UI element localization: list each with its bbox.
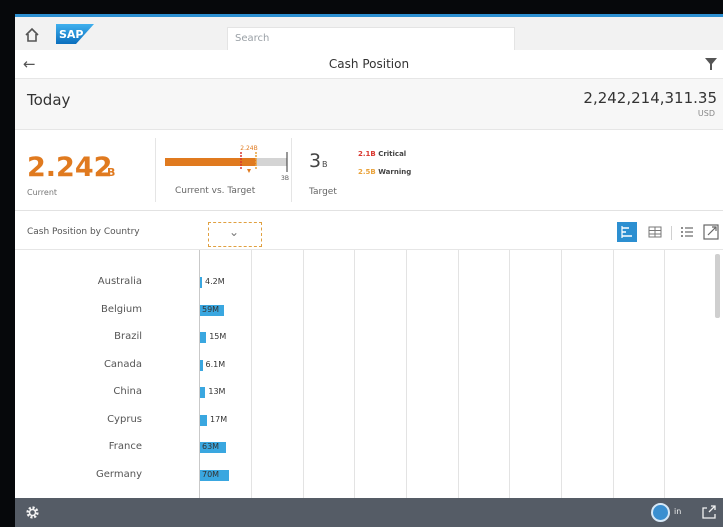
gridline [613, 250, 614, 498]
category-label: Cyprus [107, 413, 142, 425]
search-input[interactable]: Search [227, 27, 515, 51]
current-label: Current [27, 188, 58, 197]
user-initials: in [674, 507, 682, 516]
share-icon[interactable] [701, 505, 717, 520]
bar[interactable] [200, 414, 208, 426]
warning-value: 2.5B [358, 168, 376, 176]
gridline [354, 250, 355, 498]
bar[interactable] [200, 387, 206, 398]
scrollbar[interactable] [715, 254, 720, 318]
current-scale: B [107, 166, 116, 179]
today-value: 2,242,214,311.35 [583, 89, 717, 107]
bar[interactable] [200, 359, 203, 371]
gridline [251, 250, 252, 498]
chart-toolbar: Cash Position by Country ⌄ [15, 217, 723, 250]
gear-icon[interactable] [25, 505, 40, 520]
critical-label: Critical [378, 150, 407, 158]
today-currency: USD [697, 109, 715, 118]
category-label: Canada [103, 358, 142, 370]
bar-value-label: 70M [202, 469, 220, 479]
category-label: Australia [97, 276, 142, 287]
device-frame: SAP Search ← Cash Position Today 2,242,2… [0, 0, 723, 527]
bar[interactable] [200, 277, 202, 288]
category-label: Belgium [101, 303, 142, 315]
filter-icon[interactable] [705, 58, 717, 70]
gridline [458, 250, 459, 498]
sap-logo[interactable]: SAP [56, 24, 94, 44]
list-icon[interactable] [677, 222, 697, 242]
bar-chart-icon[interactable] [617, 222, 637, 242]
bar-value-label: 63M [202, 442, 220, 451]
divider [291, 138, 292, 202]
app-screen: SAP Search ← Cash Position Today 2,242,2… [15, 14, 723, 527]
page-header: ← Cash Position [15, 50, 723, 79]
bar-value-label: 4.2M [205, 277, 225, 286]
warning-legend: 2.5B Warning [358, 168, 411, 176]
gauge-value-label: 2.24B [240, 145, 257, 152]
target-label: Target [309, 187, 337, 197]
gridline [509, 250, 510, 498]
bar[interactable] [200, 332, 207, 343]
gridline [303, 250, 304, 498]
page-title: Cash Position [328, 57, 410, 71]
footer-bar: in [15, 498, 723, 527]
avatar[interactable] [651, 503, 670, 522]
today-summary: Today 2,242,214,311.35 USD [15, 79, 723, 130]
today-label: Today [27, 91, 71, 109]
brand-text: SAP [59, 28, 84, 41]
home-icon[interactable] [23, 26, 41, 44]
bar-value-label: 15M [209, 332, 227, 341]
category-label: France [108, 441, 142, 452]
bar-value-label: 13M [208, 387, 226, 396]
current-value: 2.242 [27, 152, 113, 183]
target-scale: B [322, 160, 328, 169]
bar-value-label: 59M [202, 304, 220, 314]
divider [155, 138, 156, 202]
gauge-label: Current vs. Target [175, 186, 256, 196]
category-label: China [113, 386, 142, 397]
shell-bar: SAP Search [15, 14, 723, 51]
current-pointer [247, 169, 251, 173]
category-label: Brazil [114, 331, 142, 342]
dimension-dropdown[interactable]: ⌄ [208, 222, 262, 247]
gridline [664, 250, 665, 498]
toolbar-divider [671, 226, 672, 240]
warning-label: Warning [378, 168, 412, 176]
bar-value-label: 17M [210, 414, 228, 424]
search-placeholder: Search [235, 33, 270, 44]
critical-value: 2.1B [358, 150, 376, 158]
bar-chart: Australia 4.2M Belgium 59M Brazil 15M Canada 6.… [15, 250, 723, 498]
gridline [406, 250, 407, 498]
target-value: 3 [309, 150, 322, 172]
bar-value-label: 6.1M [205, 359, 226, 369]
chart-title: Cash Position by Country [27, 227, 140, 237]
category-label: Germany [96, 468, 142, 480]
table-icon[interactable] [645, 222, 665, 242]
gauge-fill [165, 158, 257, 166]
fullscreen-icon[interactable] [701, 222, 721, 242]
bullet-gauge[interactable]: 2.24B 3B [165, 142, 295, 186]
gridline [561, 250, 562, 498]
gauge-target-label: 3B [281, 175, 289, 182]
critical-legend: 2.1B Critical [358, 150, 406, 158]
chevron-down-icon: ⌄ [229, 225, 240, 239]
kpi-strip: 2.242 B Current 2.24B 3B Current vs. Tar… [15, 130, 723, 211]
